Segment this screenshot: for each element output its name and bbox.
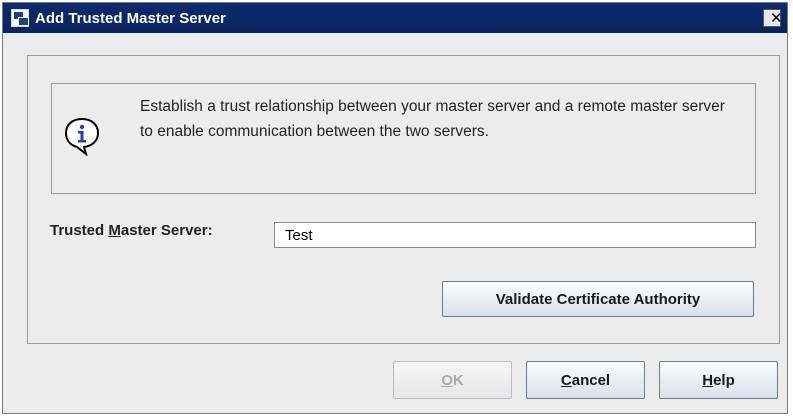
help-rest: elp: [713, 371, 735, 389]
title-bar[interactable]: Add Trusted Master Server ✕: [3, 3, 787, 33]
ok-rest: K: [452, 371, 464, 389]
ok-button[interactable]: OK: [393, 361, 512, 399]
close-button[interactable]: ✕: [763, 9, 783, 27]
info-box: Establish a trust relationship between y…: [51, 83, 756, 194]
help-mnemonic: H: [702, 371, 714, 389]
validate-certificate-authority-button[interactable]: Validate Certificate Authority: [442, 281, 754, 317]
ok-mnemonic: O: [441, 371, 453, 389]
trusted-master-server-label: Trusted Master Server:: [50, 222, 213, 239]
label-prefix: Trusted: [50, 222, 109, 239]
cancel-rest: ancel: [571, 371, 611, 389]
label-mnemonic: M: [108, 222, 121, 239]
label-suffix: aster Server:: [120, 222, 213, 239]
info-message: Establish a trust relationship between y…: [140, 98, 725, 140]
trusted-master-server-input[interactable]: [274, 222, 756, 248]
help-button[interactable]: Help: [659, 361, 778, 399]
app-window-icon: [11, 9, 29, 27]
cancel-button[interactable]: Cancel: [526, 361, 645, 399]
info-speech-bubble-icon: [64, 117, 100, 156]
cancel-mnemonic: C: [560, 371, 572, 389]
add-trusted-master-server-dialog: Add Trusted Master Server ✕ Establish a …: [2, 2, 788, 414]
main-panel: Establish a trust relationship between y…: [27, 55, 780, 344]
dialog-title: Add Trusted Master Server: [35, 9, 226, 27]
